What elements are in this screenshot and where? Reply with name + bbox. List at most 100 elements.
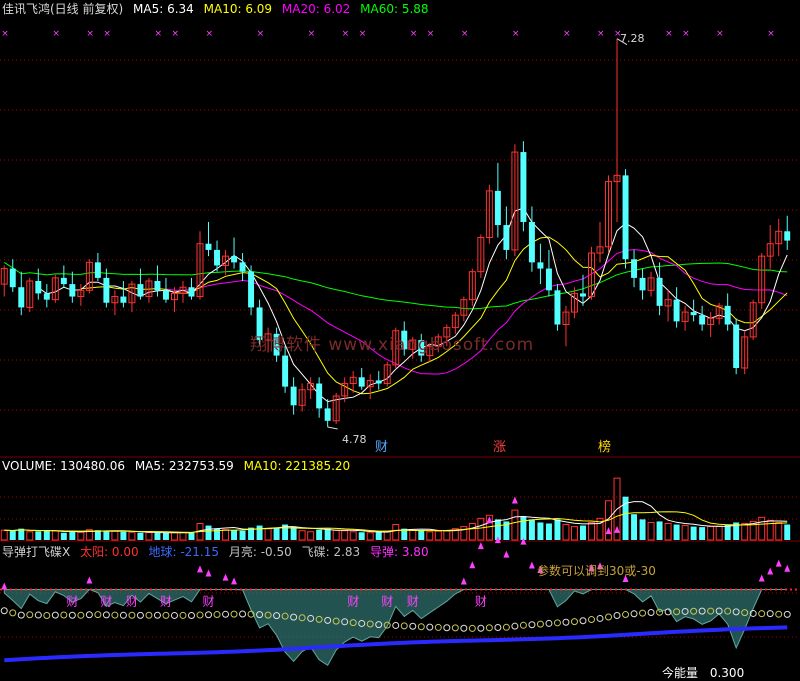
energy-readout: 今能量 0.300 [662,664,744,681]
moon-circle [222,610,230,618]
badge-bang: 榜 [598,440,612,455]
moon-circle [77,611,85,619]
missile-triangle [486,516,493,524]
candle-body-down [103,277,110,303]
moon-circle [102,611,110,619]
moon-value: 月亮: -0.50 [228,545,292,559]
volume-bar-down [69,531,76,540]
candle-body-down [282,355,289,387]
volume-value: VOLUME: 130480.06 [2,459,125,473]
volume-bar-down [9,530,16,540]
moon-circle [60,611,68,619]
kline-chart-window: × × × × × × × × × × × × × × × × × × × × × × 财财财财财财财财财 佳讯飞鸿(日线 … [0,0,800,681]
volume-bar-down [545,523,552,540]
missile-triangle [758,574,765,582]
volume-bar-down [256,525,263,540]
cai-marker: 财 [407,594,419,608]
volume-legend: VOLUME: 130480.06 MA5: 232753.59 MA10: 2… [2,459,356,473]
moon-circle [26,611,34,619]
cai-marker: 财 [100,594,112,608]
indicator-legend: 导弹打飞碟X 太阳: 0.00 地球: -21.15 月亮: -0.50 飞碟:… [2,543,435,560]
volume-bar-down [154,532,161,540]
volume-bar-down [375,532,382,540]
badge-zhang: 涨 [493,440,507,455]
moon-circle [630,610,638,618]
volume-bar-up [222,529,230,541]
moon-circle [179,611,187,619]
moon-circle [622,611,630,619]
candle-body-down [137,284,144,297]
candle-body-down [673,299,680,322]
cai-marker: 财 [126,594,138,608]
cai-marker: 财 [347,594,359,608]
candle-body-down [699,315,706,325]
signal-mark: × [716,29,724,39]
candle-body-down [290,386,297,406]
moon-circle [409,622,417,630]
missile-value: 导弹: 3.80 [370,545,429,559]
volume-bar-down [418,530,425,540]
volume-bar-down [358,532,365,540]
signal-mark: × [461,29,469,39]
signal-mark: × [206,29,214,39]
volume-bar-down [724,524,731,540]
signal-mark: × [597,29,605,39]
volume-ma5-line [4,501,788,534]
signal-mark: × [410,29,418,39]
missile-triangle [205,569,212,577]
missile-triangle [197,565,203,573]
missile-triangle [469,561,476,569]
candle-body-down [631,259,638,278]
moon-circle [187,611,195,619]
volume-bar-up [468,523,476,541]
volume-bar-up [298,530,306,541]
moon-circle [477,624,485,632]
moon-circle [392,621,400,629]
moon-circle [579,617,587,625]
candle-body-down [580,293,586,297]
volume-bar-up [0,529,8,541]
volume-ma10-line [4,511,788,533]
candle-body-down [503,225,510,250]
moon-circle [417,623,425,631]
moon-circle [553,619,561,627]
cai-marker: 财 [203,594,215,608]
volume-bar-down [580,525,586,540]
candle-body-down [154,281,161,291]
candle-body-down [35,281,42,294]
candle-body-down [188,287,195,297]
volume-bar-up [443,530,451,541]
candle-body-down [375,380,382,384]
signal-mark: × [52,29,60,39]
moon-circle [451,624,459,632]
missile-triangle [231,577,238,585]
watermark: 翔博软件 www.xiangbosoft.com [250,335,535,355]
candle-body-down [494,190,501,226]
volume-bar-down [162,532,169,540]
ma10-line [80,236,788,395]
moon-circle [170,611,178,619]
volume-bar-down [231,530,238,540]
volume-bar-down [324,528,331,540]
moon-circle [68,611,76,619]
volume-bar-up [707,526,715,541]
volume-bar-down [120,531,127,540]
moon-circle [145,611,153,619]
missile-triangle [784,564,791,572]
signal-mark: × [1,29,9,39]
moon-circle [468,624,476,632]
candle-body-down [60,277,67,285]
cai-marker: 财 [66,594,78,608]
volume-bar-up [366,532,374,541]
volume-bar-up [332,529,340,541]
volume-bar-down [656,521,663,540]
moon-circle [766,610,774,618]
volume-bar-up [434,530,442,541]
ma60-legend: MA60: 5.88 [360,2,429,16]
signal-mark: × [86,29,94,39]
param-note: 参数可以调到30或-30 [537,564,656,578]
candle-body-down [205,243,212,250]
volume-bar-up [664,523,672,541]
candle-body-down [639,277,646,291]
missile-triangle [767,567,774,575]
